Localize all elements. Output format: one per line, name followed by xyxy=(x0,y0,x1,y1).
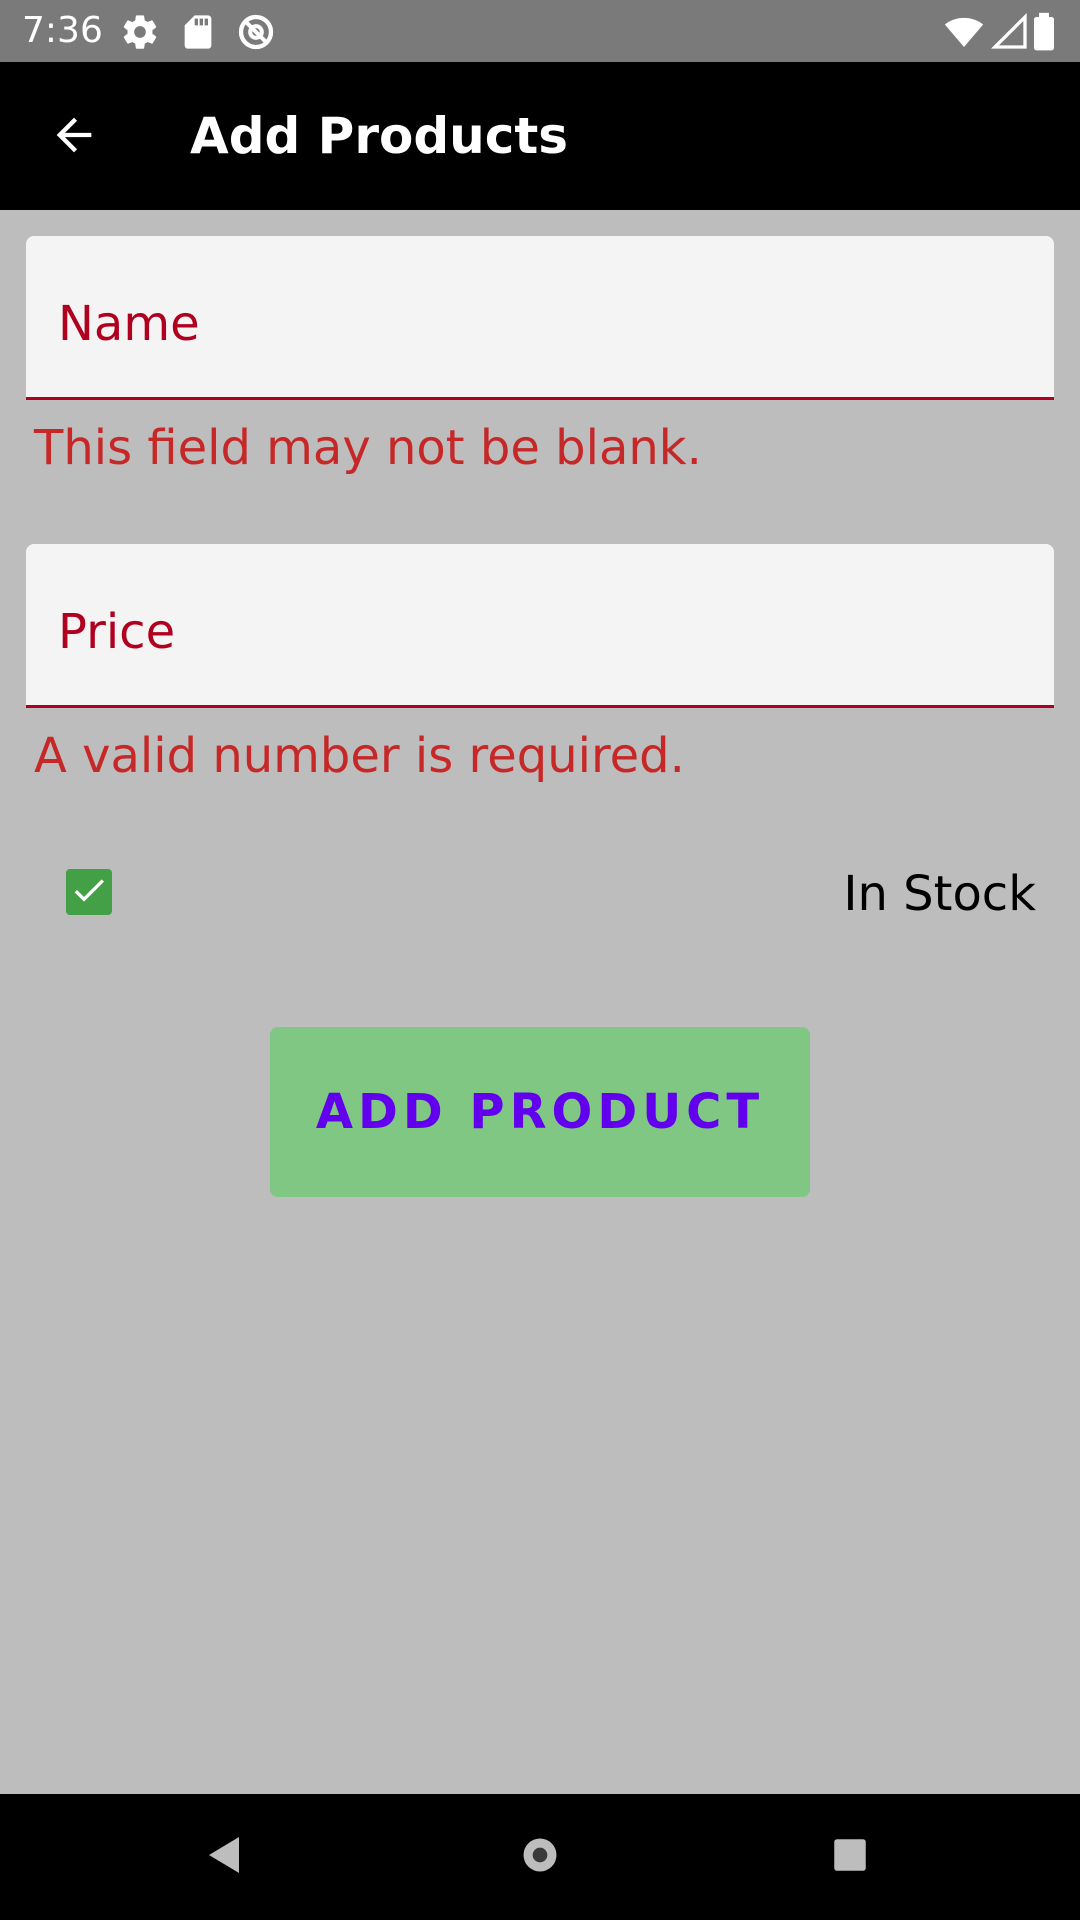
page-title: Add Products xyxy=(190,107,569,165)
do-not-disturb-icon xyxy=(236,12,276,52)
signal-icon xyxy=(990,12,1030,52)
nav-back-button[interactable] xyxy=(190,1822,260,1892)
arrow-back-icon xyxy=(48,109,100,165)
price-field-label: Price xyxy=(58,604,176,660)
sd-card-icon xyxy=(178,12,218,52)
nav-home-button[interactable] xyxy=(505,1822,575,1892)
screen: 7:36 Add Products Name This field may no… xyxy=(0,0,1080,1920)
status-time: 7:36 xyxy=(22,10,103,51)
nav-recents-button[interactable] xyxy=(815,1822,885,1892)
in-stock-checkbox[interactable] xyxy=(66,869,112,915)
gear-icon xyxy=(120,12,160,52)
add-product-button-label: ADD PRODUCT xyxy=(315,1084,765,1140)
home-circle-icon xyxy=(518,1833,562,1881)
app-bar: Add Products xyxy=(0,62,1080,210)
in-stock-label: In Stock xyxy=(843,866,1036,922)
name-field-error: This field may not be blank. xyxy=(34,420,702,476)
add-product-button[interactable]: ADD PRODUCT xyxy=(270,1027,810,1197)
name-field-label: Name xyxy=(58,296,200,352)
price-field-error: A valid number is required. xyxy=(34,728,685,784)
recents-square-icon xyxy=(829,1834,871,1880)
back-button[interactable] xyxy=(36,102,112,172)
wifi-icon xyxy=(944,12,984,52)
checkmark-icon xyxy=(69,870,109,914)
name-field[interactable]: Name xyxy=(26,236,1054,400)
status-bar: 7:36 xyxy=(0,0,1080,62)
navigation-bar xyxy=(0,1794,1080,1920)
battery-icon xyxy=(1030,12,1058,52)
price-field[interactable]: Price xyxy=(26,544,1054,708)
back-triangle-icon xyxy=(201,1831,249,1883)
